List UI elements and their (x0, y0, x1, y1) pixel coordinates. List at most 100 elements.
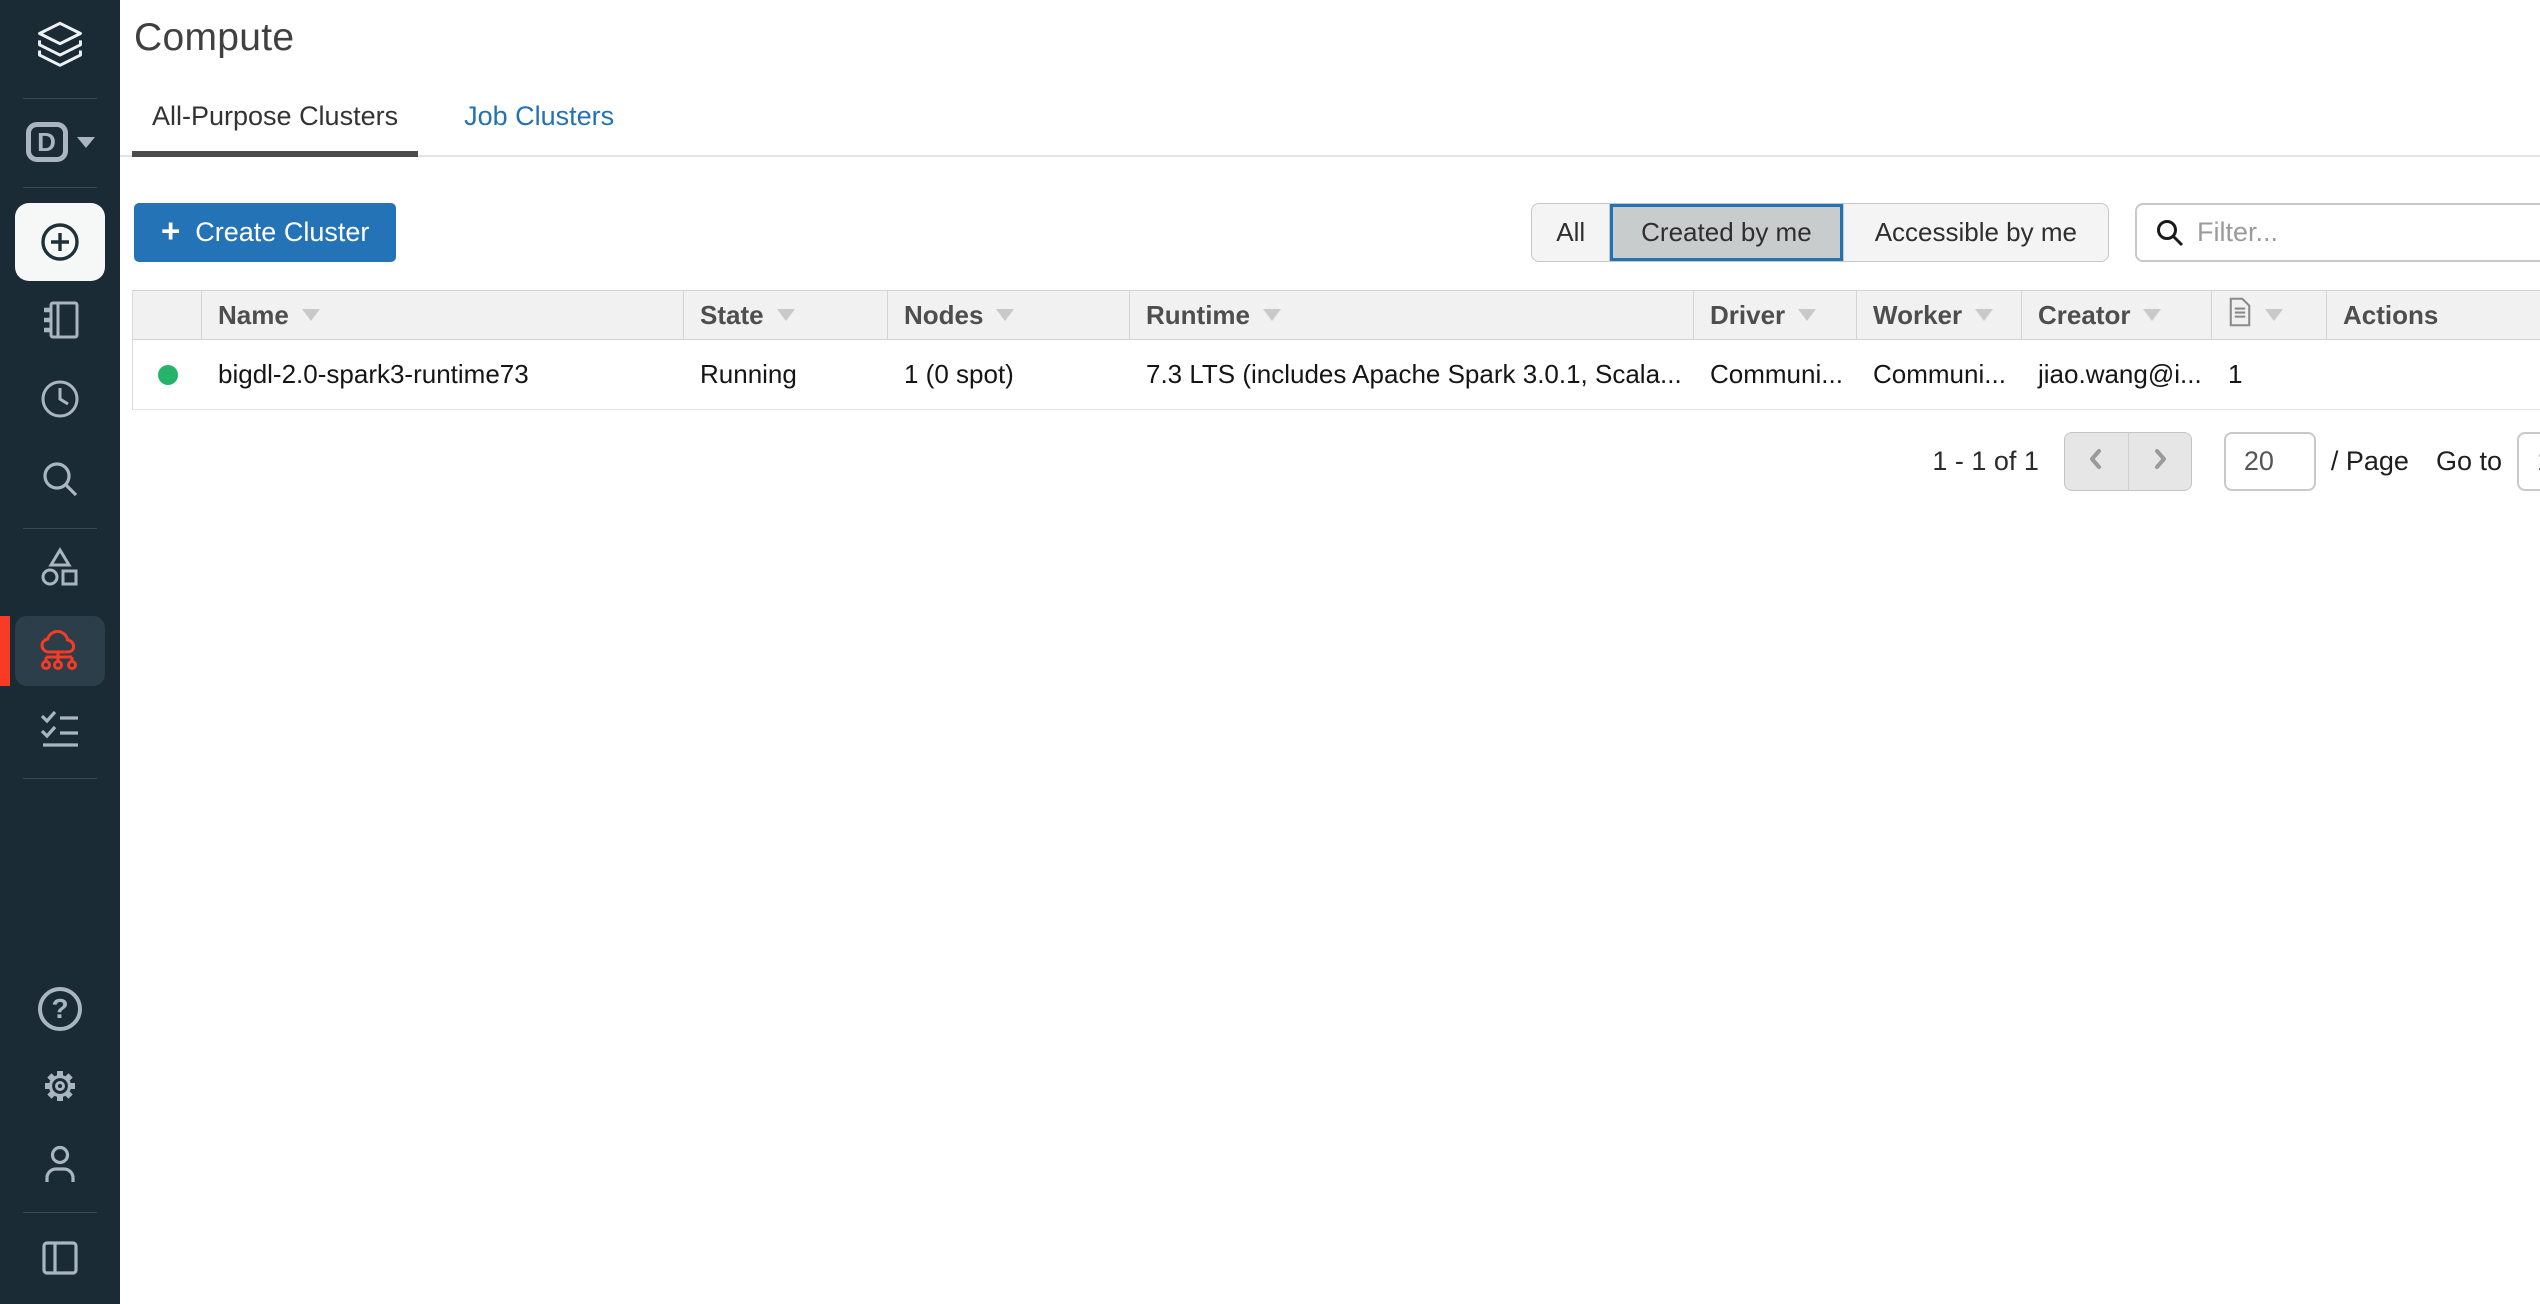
sidebar-item-workspace-switcher[interactable]: D (26, 122, 95, 162)
create-cluster-button[interactable]: + Create Cluster (134, 203, 396, 262)
sidebar-item-account[interactable] (36, 1140, 84, 1188)
sidebar-divider (23, 528, 97, 529)
header-driver[interactable]: Driver (1694, 291, 1857, 339)
header-nodes[interactable]: Nodes (888, 291, 1130, 339)
notebook-icon (36, 296, 84, 344)
sidebar-item-settings[interactable] (36, 1062, 84, 1110)
sort-descending-icon (1975, 309, 1993, 321)
next-page-button[interactable] (2128, 432, 2192, 491)
chevron-right-icon (2148, 445, 2172, 478)
tab-job-clusters[interactable]: Job Clusters (444, 101, 634, 155)
header-notebooks[interactable] (2212, 291, 2327, 339)
header-creator[interactable]: Creator (2022, 291, 2212, 339)
table-header-row: Name State Nodes Runtime Driver Worker (133, 290, 2540, 340)
filter-created-by-me-button[interactable]: Created by me (1610, 204, 1844, 261)
sort-descending-icon (2265, 309, 2283, 321)
cluster-status-cell (133, 340, 202, 409)
search-icon (36, 456, 84, 504)
help-icon: ? (38, 987, 82, 1031)
sidebar-collapse-toggle[interactable] (36, 1234, 84, 1282)
filter-all-button[interactable]: All (1532, 204, 1610, 261)
sidebar-divider (23, 1212, 97, 1213)
pagination-range: 1 - 1 of 1 (1932, 446, 2039, 477)
sidebar: D (0, 0, 120, 1304)
header-worker-label: Worker (1873, 300, 1962, 331)
clusters-table: Name State Nodes Runtime Driver Worker (132, 290, 2540, 410)
previous-page-button[interactable] (2064, 432, 2128, 491)
active-item-indicator (0, 616, 10, 686)
sort-descending-icon (996, 309, 1014, 321)
chevron-left-icon (2084, 445, 2108, 478)
sort-descending-icon (302, 309, 320, 321)
per-page-label: / Page (2331, 446, 2409, 477)
filter-accessible-by-me-button[interactable]: Accessible by me (1844, 204, 2108, 261)
filter-box (2135, 203, 2540, 262)
checklist-icon (36, 705, 84, 753)
cluster-state-cell: Running (684, 340, 888, 409)
header-state-label: State (700, 300, 764, 331)
cluster-creator-cell: jiao.wang@i... (2022, 340, 2212, 409)
sidebar-item-help[interactable]: ? (38, 987, 82, 1031)
main-content: Compute All-Purpose Clusters Job Cluster… (120, 0, 2540, 1304)
go-to-label: Go to (2436, 446, 2502, 477)
search-icon (2154, 217, 2186, 254)
sidebar-divider (23, 778, 97, 779)
cluster-cloud-icon (36, 627, 84, 675)
sidebar-divider (23, 98, 97, 99)
person-icon (36, 1140, 84, 1188)
header-name[interactable]: Name (202, 291, 684, 339)
gear-icon (36, 1062, 84, 1110)
header-name-label: Name (218, 300, 289, 331)
page-size-input[interactable] (2224, 432, 2316, 491)
sidebar-item-create[interactable] (15, 203, 105, 281)
header-state[interactable]: State (684, 291, 888, 339)
filter-input[interactable] (2135, 203, 2540, 262)
header-runtime[interactable]: Runtime (1130, 291, 1694, 339)
cluster-filter-segmented-control: All Created by me Accessible by me (1531, 203, 2109, 262)
tab-bar: All-Purpose Clusters Job Clusters (120, 101, 2540, 157)
sort-descending-icon (1263, 309, 1281, 321)
document-icon (2228, 297, 2252, 334)
cluster-row[interactable]: bigdl-2.0-spark3-runtime73 Running 1 (0 … (133, 340, 2540, 410)
clock-icon (36, 375, 84, 423)
pagination: 1 - 1 of 1 / Page Go to (120, 432, 2540, 491)
sidebar-item-compute[interactable] (15, 616, 105, 686)
cluster-runtime-cell: 7.3 LTS (includes Apache Spark 3.0.1, Sc… (1130, 340, 1694, 409)
plus-icon: + (161, 214, 180, 247)
sidebar-item-data[interactable] (36, 545, 84, 593)
sidebar-item-jobs[interactable] (36, 705, 84, 753)
create-cluster-label: Create Cluster (195, 217, 369, 248)
header-creator-label: Creator (2038, 300, 2130, 331)
sort-descending-icon (2143, 309, 2161, 321)
header-actions-label: Actions (2343, 300, 2438, 331)
split-panel-icon (36, 1234, 84, 1282)
shapes-icon (36, 545, 84, 593)
sidebar-item-search[interactable] (36, 456, 84, 504)
header-actions: Actions (2327, 291, 2540, 339)
cluster-worker-cell: Communi... (1857, 340, 2022, 409)
header-driver-label: Driver (1710, 300, 1785, 331)
toolbar: + Create Cluster All Created by me Acces… (120, 202, 2540, 262)
sidebar-divider (23, 187, 97, 188)
databricks-logo-icon (32, 21, 88, 71)
header-status (133, 291, 202, 339)
tab-all-purpose-clusters[interactable]: All-Purpose Clusters (132, 101, 418, 155)
go-to-page-input[interactable] (2517, 432, 2540, 491)
sort-descending-icon (777, 309, 795, 321)
status-running-icon (158, 365, 178, 385)
sidebar-item-home[interactable] (32, 21, 88, 71)
sort-descending-icon (1798, 309, 1816, 321)
cluster-actions-cell (2327, 340, 2540, 409)
cluster-nodes-cell: 1 (0 spot) (888, 340, 1130, 409)
sidebar-item-workspace[interactable] (36, 296, 84, 344)
header-runtime-label: Runtime (1146, 300, 1250, 331)
page-title: Compute (134, 16, 2540, 60)
plus-circle-icon (36, 218, 84, 266)
pager-buttons (2064, 432, 2192, 491)
header-worker[interactable]: Worker (1857, 291, 2022, 339)
workspace-initial-icon: D (26, 122, 68, 162)
header-nodes-label: Nodes (904, 300, 983, 331)
cluster-name-cell[interactable]: bigdl-2.0-spark3-runtime73 (202, 340, 684, 409)
cluster-notebooks-cell: 1 (2212, 340, 2327, 409)
sidebar-item-recents[interactable] (36, 375, 84, 423)
